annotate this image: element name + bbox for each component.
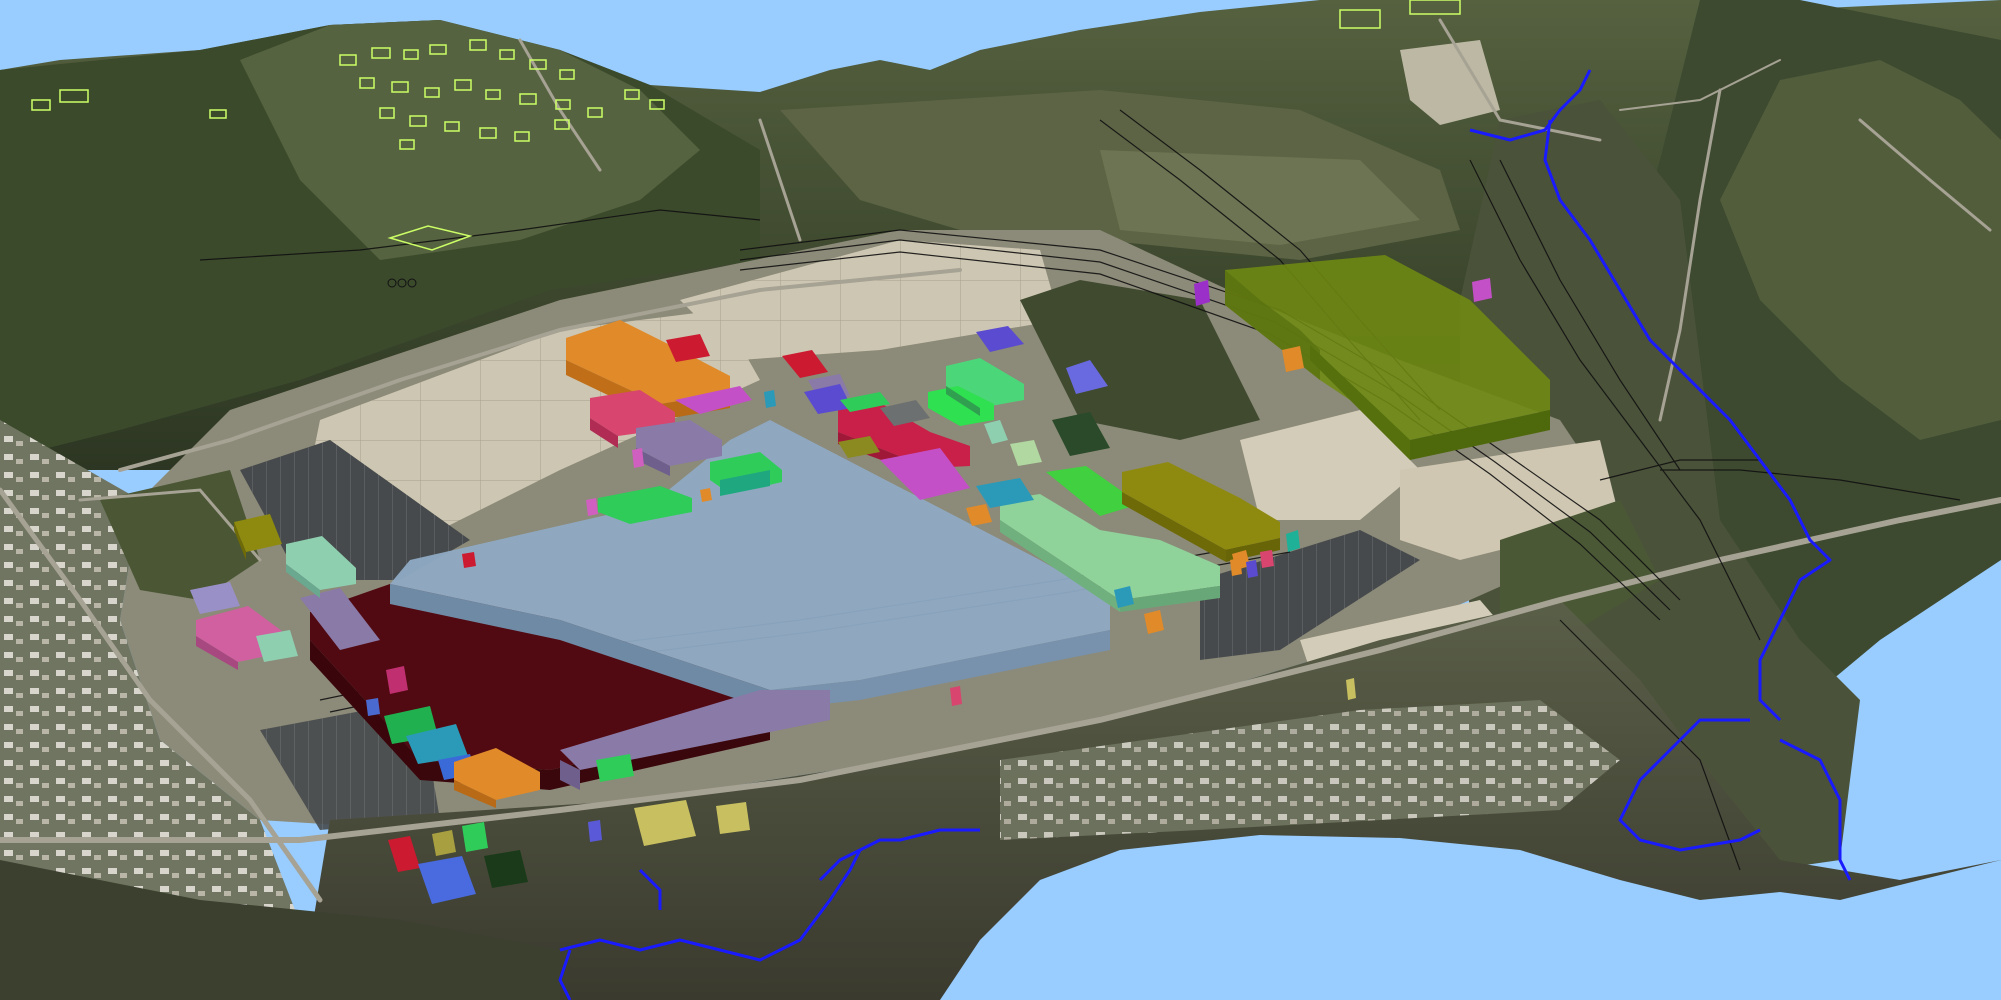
building-pink-small xyxy=(950,686,962,706)
building-orange-small-n2 xyxy=(700,488,712,502)
building-orange-small-e2 xyxy=(1230,558,1242,576)
building-orange-small-top xyxy=(1282,346,1304,372)
building-khaki-small xyxy=(716,802,750,834)
building-magenta-small-w xyxy=(586,498,598,516)
building-purple-north xyxy=(1194,280,1210,306)
map-3d-viewport[interactable] xyxy=(0,0,2001,1000)
building-olive-small-s xyxy=(432,830,456,856)
building-teal-small-n xyxy=(764,390,776,408)
building-pink-lot xyxy=(1260,550,1274,568)
building-darkgreen-south xyxy=(484,850,528,888)
building-purple-small-e xyxy=(1246,560,1258,578)
building-green-small-s xyxy=(462,822,488,852)
building-blue-small-s xyxy=(588,820,602,842)
building-blue-west xyxy=(366,698,380,716)
building-magenta-ne xyxy=(1472,278,1492,302)
terrain-scene xyxy=(0,0,2001,1000)
building-red-small-w xyxy=(462,552,476,568)
building-magenta-small-n xyxy=(632,448,644,468)
